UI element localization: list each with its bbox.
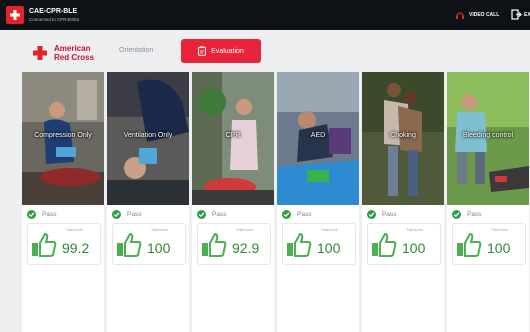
exit-button[interactable]: EX	[511, 9, 530, 20]
connection-status: Connected to CPR40303	[29, 17, 80, 22]
score-label: Total score	[406, 228, 423, 232]
check-circle-icon	[112, 210, 121, 219]
clipboard-icon	[198, 46, 207, 56]
top-bar: CAE-CPR-BLE Connected to CPR40303 VIDEO …	[0, 0, 530, 30]
score-box: Total score 100	[452, 223, 526, 265]
check-circle-icon	[282, 210, 291, 219]
card-cpr[interactable]: CPR Pass Total score 92.9	[192, 72, 274, 332]
thumbs-up-icon	[372, 232, 397, 257]
score-label: Total score	[66, 228, 83, 232]
score-label: Total score	[321, 228, 338, 232]
video-call-button[interactable]: VIDEO CALL	[455, 10, 499, 20]
brand-line-2: Red Cross	[54, 53, 95, 62]
scenario-title: Bleeding control	[462, 132, 514, 139]
evaluation-cards: Compression Only Pass Total score 99.2 V…	[22, 72, 529, 332]
card-aed[interactable]: AED Pass Total score 100	[277, 72, 359, 332]
pass-status: Pass	[282, 210, 311, 219]
app-name: CAE-CPR-BLE	[29, 8, 78, 15]
total-score: 99.2	[62, 240, 90, 256]
card-bleeding-control[interactable]: Bleeding control Pass Total score 100	[447, 72, 529, 332]
score-label: Total score	[151, 228, 168, 232]
scenario-title: Choking	[390, 132, 416, 139]
total-score: 100	[147, 240, 171, 256]
total-score: 92.9	[232, 240, 260, 256]
pass-label: Pass	[127, 211, 142, 218]
pass-label: Pass	[382, 211, 397, 218]
video-call-label: VIDEO CALL	[469, 12, 500, 18]
scenario-title: Compression Only	[34, 132, 92, 139]
tab-evaluation[interactable]: Evaluation	[181, 39, 261, 63]
pass-status: Pass	[452, 210, 481, 219]
scenario-photo: Compression Only	[22, 72, 104, 205]
thumbs-up-icon	[202, 232, 227, 257]
card-ventilation-only[interactable]: Ventilation Only Pass Total score 100	[107, 72, 189, 332]
tab-orientation[interactable]: Orientation	[119, 47, 153, 54]
exit-label: EX	[524, 11, 530, 18]
scenario-title: AED	[310, 132, 326, 139]
thumbs-up-icon	[32, 232, 57, 257]
total-score: 100	[487, 240, 511, 256]
scenario-photo: Ventilation Only	[107, 72, 189, 205]
thumbs-up-icon	[457, 232, 482, 257]
pass-label: Pass	[212, 211, 227, 218]
thumbs-up-icon	[117, 232, 142, 257]
total-score: 100	[317, 240, 341, 256]
score-box: Total score 92.9	[197, 223, 271, 265]
scenario-photo: Choking	[362, 72, 444, 205]
score-box: Total score 100	[112, 223, 186, 265]
check-circle-icon	[367, 210, 376, 219]
scenario-title: CPR	[225, 132, 241, 139]
pass-status: Pass	[197, 210, 226, 219]
score-label: Total score	[491, 228, 508, 232]
total-score: 100	[402, 240, 426, 256]
score-box: Total score 99.2	[27, 223, 101, 265]
pass-status: Pass	[112, 210, 141, 219]
scenario-title: Ventilation Only	[123, 132, 173, 139]
score-label: Total score	[236, 228, 253, 232]
red-cross-icon	[33, 46, 47, 60]
card-choking[interactable]: Choking Pass Total score 100	[362, 72, 444, 332]
pass-status: Pass	[367, 210, 396, 219]
pass-label: Pass	[297, 211, 312, 218]
red-cross-app-icon	[6, 6, 24, 24]
pass-label: Pass	[42, 211, 57, 218]
scenario-photo: Bleeding control	[447, 72, 529, 205]
check-circle-icon	[27, 210, 36, 219]
scenario-photo: CPR	[192, 72, 274, 205]
exit-icon	[511, 9, 522, 20]
pass-status: Pass	[27, 210, 56, 219]
score-box: Total score 100	[282, 223, 356, 265]
headset-icon	[456, 12, 464, 19]
card-compression-only[interactable]: Compression Only Pass Total score 99.2	[22, 72, 104, 332]
scenario-photo: AED	[277, 72, 359, 205]
brand-line-1: American	[54, 44, 91, 53]
pass-label: Pass	[467, 211, 482, 218]
thumbs-up-icon	[287, 232, 312, 257]
american-red-cross-logo: American Red Cross	[32, 44, 94, 62]
score-box: Total score 100	[367, 223, 441, 265]
nav-bar: American Red Cross Orientation Evaluatio…	[22, 36, 508, 70]
tab-evaluation-label: Evaluation	[211, 47, 244, 55]
check-circle-icon	[197, 210, 206, 219]
check-circle-icon	[452, 210, 461, 219]
